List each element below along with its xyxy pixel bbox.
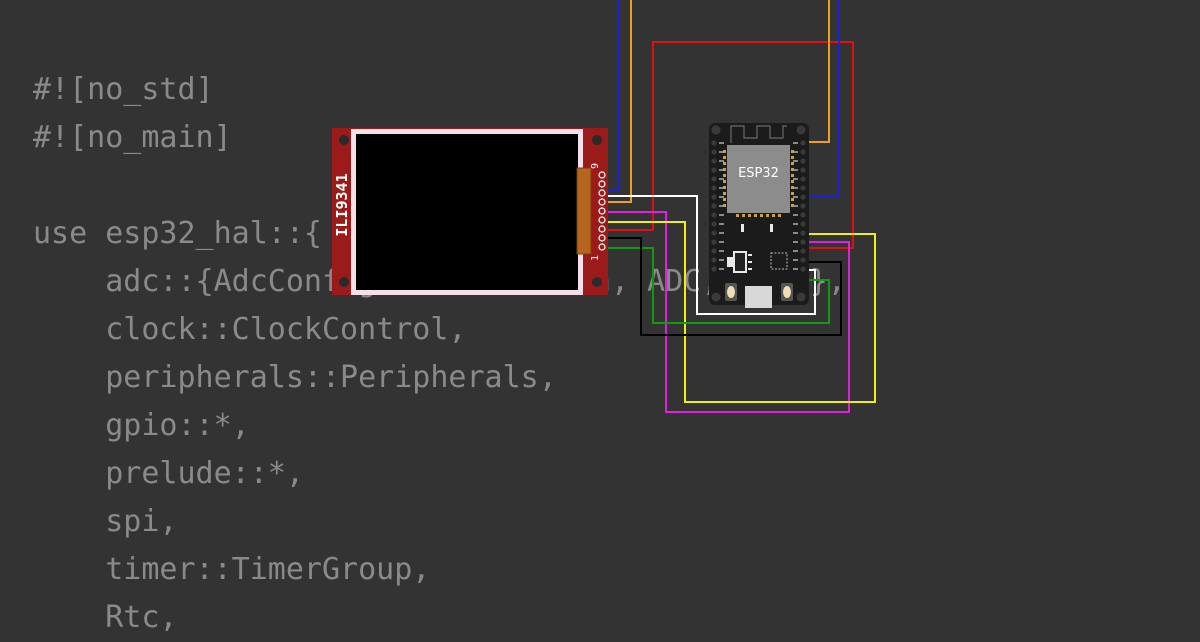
circuit-diagram: ILI9341 9 1 ESP32 [332, 0, 876, 413]
mounting-hole [796, 125, 806, 135]
regulator-pin [748, 254, 752, 256]
regulator-pin [748, 268, 752, 270]
esp32-label: ESP32 [738, 166, 779, 181]
esp32-left-pin-header [711, 140, 717, 272]
esp32-board[interactable]: ESP32 [709, 123, 809, 308]
mounting-hole [796, 292, 806, 302]
voltage-regulator-body [735, 253, 745, 271]
mounting-hole [711, 125, 721, 135]
display-flex-connector [576, 167, 592, 255]
boot-button[interactable] [725, 283, 737, 301]
display-pin-number-1: 1 [590, 255, 601, 261]
mounting-hole [711, 292, 721, 302]
usb-port [745, 286, 772, 308]
display-screen [356, 134, 578, 290]
mounting-hole [592, 277, 602, 287]
mounting-hole [339, 277, 349, 287]
usb-uart-chip [770, 252, 788, 270]
regulator-tab [727, 257, 733, 267]
mounting-hole [592, 135, 602, 145]
regulator-pin [748, 261, 752, 263]
small-pad [741, 224, 744, 232]
display-label: ILI9341 [333, 173, 351, 236]
display-pin-number-9: 9 [590, 163, 601, 169]
esp32-right-pin-header [800, 140, 806, 272]
small-pad [770, 224, 773, 232]
ili9341-display-module[interactable]: ILI9341 9 1 [332, 128, 608, 295]
reset-button[interactable] [781, 283, 793, 301]
mounting-hole [339, 135, 349, 145]
wire-orange-board[interactable] [803, 0, 830, 143]
